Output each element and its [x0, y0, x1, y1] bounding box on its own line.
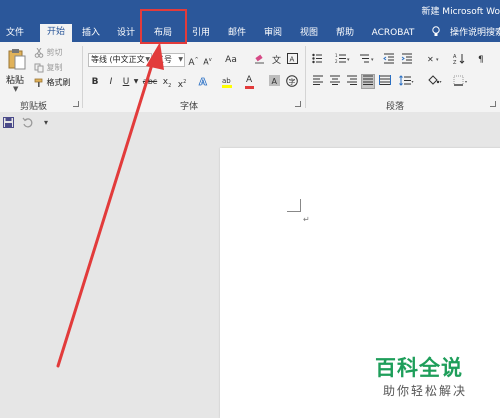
watermark-title: 百科全说	[375, 356, 463, 380]
annotation-arrow	[56, 42, 164, 368]
watermark-subtitle: 助你轻松解决	[383, 384, 468, 398]
